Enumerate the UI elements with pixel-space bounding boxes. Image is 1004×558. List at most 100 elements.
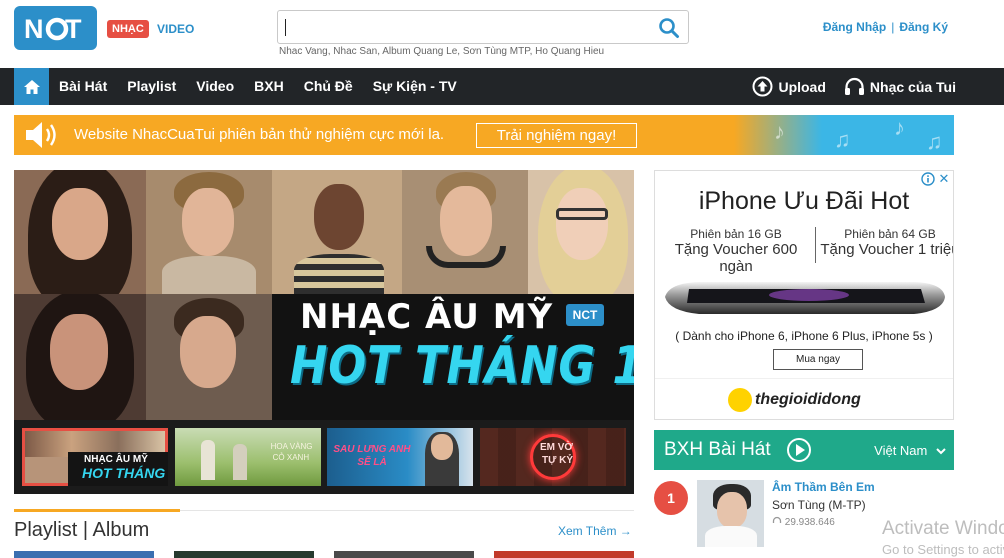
nct-badge: NCT: [566, 304, 604, 326]
slider-thumbnails: NHẠC ÂU MỸ HOT THÁNG 10 HOA VÀNG CỎ XANH…: [22, 428, 626, 486]
featured-slider: NHẠC ÂU MỸ NCT HOT THÁNG 10 NHẠC ÂU MỸ H…: [14, 170, 634, 494]
header: N T NHẠC VIDEO Nhac Vang, Nhac San, Albu…: [0, 0, 1004, 68]
portrait-image: [402, 170, 528, 294]
ad-offer-value: Tặng Voucher 600 ngàn: [674, 241, 798, 275]
playlist-card[interactable]: [494, 551, 634, 558]
my-music-button[interactable]: Nhạc của Tui: [844, 77, 956, 96]
thumb-title: SAU LƯNG ANH: [333, 444, 411, 455]
promo-banner: ♪ ♫ ♪ ♫ Website NhacCuaTui phiên bản thử…: [14, 115, 954, 155]
text-caret: [285, 19, 286, 36]
music-note-icon: ♫: [834, 127, 851, 152]
see-more-link[interactable]: Xem Thêm →: [558, 524, 632, 538]
playlist-card[interactable]: [174, 551, 314, 558]
search-icon[interactable]: [658, 17, 680, 39]
headphones-icon: [844, 77, 864, 95]
nav-menu: Bài Hát Playlist Video BXH Chủ Đề Sự Kiệ…: [49, 68, 467, 105]
slider-thumb[interactable]: SAU LƯNG ANH SẼ LÀ: [327, 428, 474, 486]
slider-thumb[interactable]: EM VỜ TỰ KỶ: [479, 428, 626, 486]
upload-label: Upload: [778, 78, 826, 95]
site-logo[interactable]: N T: [14, 6, 97, 50]
portrait-image: [14, 170, 146, 294]
register-link[interactable]: Đăng Ký: [899, 20, 948, 34]
song-title[interactable]: Âm Thầm Bên Em: [772, 480, 875, 494]
brand-logo-icon: [728, 388, 752, 412]
play-count: 29.938.646: [772, 516, 835, 528]
home-button[interactable]: [14, 68, 49, 105]
nav-item-topics[interactable]: Chủ Đề: [294, 68, 363, 105]
playlist-card[interactable]: [14, 551, 154, 558]
info-icon[interactable]: [921, 172, 935, 186]
slider-thumb[interactable]: HOA VÀNG CỎ XANH: [174, 428, 321, 486]
brand-name: thegioididong: [755, 391, 861, 408]
ad-offer-version: Phiên bản 64 GB: [844, 227, 936, 241]
video-tab[interactable]: VIDEO: [157, 22, 194, 36]
try-now-button[interactable]: Trải nghiệm ngay!: [476, 123, 637, 148]
logo-icon: N T: [24, 14, 83, 43]
region-dropdown[interactable]: Việt Nam: [874, 443, 946, 458]
thumb-subtitle: CỎ XANH: [272, 453, 310, 462]
login-link[interactable]: Đăng Nhập: [823, 20, 886, 34]
music-note-icon: ♪: [894, 115, 905, 140]
playlist-card[interactable]: [334, 551, 474, 558]
nav-item-songs[interactable]: Bài Hát: [49, 68, 117, 105]
main-nav: Bài Hát Playlist Video BXH Chủ Đề Sự Kiệ…: [0, 68, 1004, 105]
search-suggestions[interactable]: Nhac Vang, Nhac San, Album Quang Le, Sơn…: [279, 46, 604, 57]
chart-title: BXH Bài Hát: [664, 439, 771, 460]
upload-icon: [752, 76, 773, 97]
ad-banner[interactable]: ✕ iPhone Ưu Đãi Hot Phiên bản 16 GB Tặng…: [654, 170, 954, 420]
chart-rank: 1: [654, 481, 688, 515]
my-music-label: Nhạc của Tui: [869, 78, 956, 95]
portrait-image: [528, 170, 634, 294]
music-tab[interactable]: NHẠC: [107, 20, 149, 38]
slider-thumb[interactable]: NHẠC ÂU MỸ HOT THÁNG 10: [22, 428, 168, 486]
portrait-image: [146, 170, 272, 294]
svg-text:N: N: [24, 14, 43, 43]
slide-subtitle: HOT THÁNG 10: [290, 336, 634, 396]
nav-item-events-tv[interactable]: Sự Kiện - TV: [363, 68, 467, 105]
thumb-title: NHẠC ÂU MỸ: [84, 454, 148, 465]
ad-title: iPhone Ưu Đãi Hot: [698, 187, 910, 215]
music-note-icon: ♪: [774, 119, 785, 144]
watermark-title: Activate Windows: [882, 518, 1004, 539]
chart-header: BXH Bài Hát Việt Nam: [654, 430, 954, 470]
nav-item-charts[interactable]: BXH: [244, 68, 294, 105]
auth-separator: |: [891, 20, 895, 34]
portrait-image: [146, 294, 272, 420]
song-artist[interactable]: Sơn Tùng (M-TP): [772, 498, 866, 512]
featured-slide[interactable]: NHẠC ÂU MỸ NCT HOT THÁNG 10: [14, 170, 634, 420]
page: N T NHẠC VIDEO Nhac Vang, Nhac San, Albu…: [0, 0, 1004, 558]
thumb-title: EM VỜ: [539, 442, 573, 453]
section-accent: [14, 509, 180, 512]
promo-text: Website NhacCuaTui phiên bản thử nghiệm …: [74, 126, 445, 143]
portrait-image: [272, 170, 402, 294]
chevron-down-icon: [936, 448, 946, 455]
nav-item-playlist[interactable]: Playlist: [117, 68, 186, 105]
ad-offer-64gb: Phiên bản 64 GB Tặng Voucher 1 triệu: [815, 227, 954, 258]
section-divider: [14, 509, 634, 512]
portrait-image: [14, 294, 146, 420]
play-icon[interactable]: [787, 438, 811, 462]
thumb-subtitle: TỰ KỶ: [541, 455, 574, 466]
nav-right: Upload Nhạc của Tui: [734, 68, 956, 105]
close-icon[interactable]: ✕: [937, 172, 951, 186]
ad-note: ( Dành cho iPhone 6, iPhone 6 Plus, iPho…: [675, 329, 933, 343]
upload-button[interactable]: Upload: [752, 76, 826, 97]
nav-item-video[interactable]: Video: [186, 68, 244, 105]
activation-watermark: Activate Windows Go to Settings to activ…: [882, 518, 1004, 557]
play-count-value: 29.938.646: [784, 517, 835, 528]
thumb-subtitle: SẼ LÀ: [357, 457, 387, 468]
buy-now-button[interactable]: Mua ngay: [773, 349, 863, 370]
svg-text:T: T: [65, 14, 82, 43]
ad-offer-value: Tặng Voucher 1 triệu: [820, 241, 954, 258]
iphone-image: [665, 282, 945, 314]
song-thumbnail[interactable]: [697, 480, 764, 547]
speaker-icon: [26, 122, 56, 148]
search-input[interactable]: [284, 17, 644, 37]
music-note-icon: ♫: [926, 129, 943, 154]
home-icon: [23, 79, 40, 94]
auth-links: Đăng Nhập | Đăng Ký: [823, 20, 948, 34]
watermark-subtitle: Go to Settings to activate Windows.: [882, 542, 1004, 557]
slide-title: NHẠC ÂU MỸ: [300, 297, 554, 337]
region-label: Việt Nam: [874, 443, 928, 458]
headphones-icon: [772, 516, 782, 523]
